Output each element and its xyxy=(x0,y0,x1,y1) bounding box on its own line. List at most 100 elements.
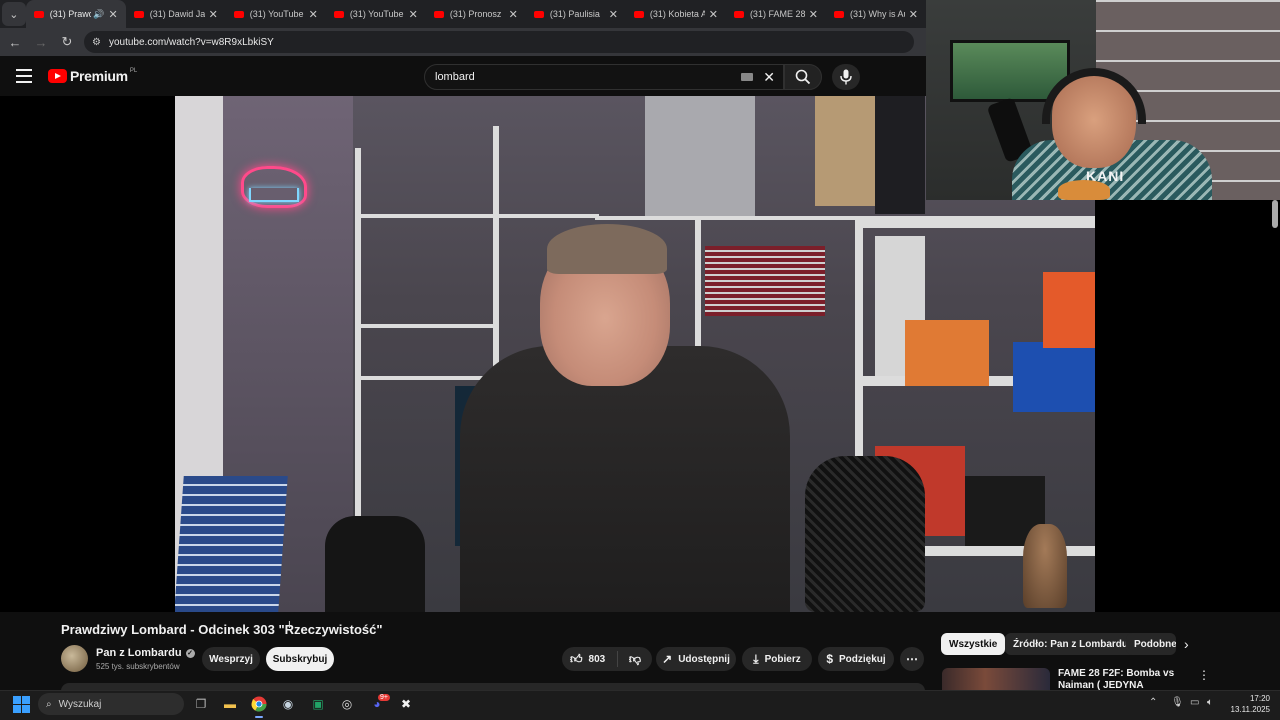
close-tab-icon[interactable]: ✕ xyxy=(609,8,618,21)
black-device-image xyxy=(325,516,425,612)
youtube-favicon-icon xyxy=(433,10,444,18)
speaker-icon[interactable]: 🔊 xyxy=(93,9,104,20)
task-view-icon[interactable]: ❐ xyxy=(192,696,210,712)
file-explorer-icon[interactable]: ▬ xyxy=(221,696,239,712)
pc-case-image xyxy=(875,96,925,214)
close-tab-icon[interactable]: ✕ xyxy=(209,8,218,21)
more-vert-icon[interactable]: ⋮ xyxy=(1198,668,1210,682)
close-tab-icon[interactable]: ✕ xyxy=(509,8,518,21)
obs-icon[interactable]: ◎ xyxy=(338,696,356,712)
tab-title: (31) Pronosz xyxy=(449,9,502,19)
close-tab-icon[interactable]: ✕ xyxy=(409,8,418,21)
download-label: Pobierz xyxy=(764,653,801,665)
cd-stack-image xyxy=(705,246,825,316)
search-button[interactable] xyxy=(784,64,822,90)
active-app-indicator xyxy=(255,716,263,718)
forward-arrow-icon[interactable]: → xyxy=(30,31,52,53)
thanks-label: Podziękuj xyxy=(839,653,886,665)
tab-title: (31) Prawdziwy Lombard xyxy=(49,9,92,19)
recommended-title[interactable]: FAME 28 F2F: Bomba vs Naiman ( JEDYNA PR… xyxy=(1058,668,1188,690)
back-arrow-icon[interactable]: ← xyxy=(4,31,26,53)
page-scrollbar[interactable] xyxy=(1272,200,1278,228)
tab-title: (31) YouTube xyxy=(249,9,304,19)
chip-all[interactable]: Wszystkie xyxy=(941,633,1006,655)
taskbar-search-input[interactable]: ⌕ Wyszukaj xyxy=(38,693,184,715)
shelf-board xyxy=(361,214,493,218)
browser-tab-strip: ⌄ (31) Prawdziwy Lombard 🔊 ✕ (31) Dawid … xyxy=(0,0,926,28)
shelf-board xyxy=(361,324,493,328)
cooler-box-image xyxy=(645,96,755,216)
browser-tab[interactable]: (31) Dawid Jasper ✕ xyxy=(126,0,226,28)
close-tab-icon[interactable]: ✕ xyxy=(109,8,118,21)
download-button[interactable]: ⤓ Pobierz xyxy=(742,647,812,671)
text-cursor-icon: I xyxy=(288,620,291,631)
recommended-thumbnail[interactable] xyxy=(942,668,1050,690)
chevron-right-icon[interactable]: › xyxy=(1184,636,1189,652)
channel-name[interactable]: Pan z Lombardu ✓ xyxy=(96,647,195,659)
share-button[interactable]: ↗ Udostępnij xyxy=(656,647,736,671)
browser-tab[interactable]: (31) YouTube ✕ xyxy=(226,0,326,28)
bust-figure-image xyxy=(1023,524,1067,608)
close-tab-icon[interactable]: ✕ xyxy=(909,8,918,21)
browser-tab[interactable]: (31) Kobieta Aut ✕ xyxy=(626,0,726,28)
youtube-favicon-icon xyxy=(533,10,544,18)
chip-source[interactable]: Źródło: Pan z Lombardu xyxy=(1005,633,1136,655)
capcut-icon[interactable]: ✖ xyxy=(397,696,415,712)
video-title: Prawdziwy Lombard - Odcinek 303 "Rzeczyw… xyxy=(61,622,383,637)
thanks-button[interactable]: $ Podziękuj xyxy=(818,647,894,671)
menu-icon[interactable] xyxy=(4,56,44,96)
youtube-favicon-icon xyxy=(833,10,844,18)
like-dislike-group: 👍︎ 803 👎︎ xyxy=(562,647,652,671)
voice-search-button[interactable] xyxy=(832,64,860,90)
chair-image xyxy=(805,456,925,612)
close-tab-icon[interactable]: ✕ xyxy=(709,8,718,21)
search-icon xyxy=(795,69,811,85)
reload-icon[interactable]: ↻ xyxy=(56,31,78,53)
clear-search-icon[interactable]: ✕ xyxy=(763,69,775,86)
dislike-button[interactable]: 👎︎ xyxy=(618,652,652,667)
shelf-board xyxy=(595,216,855,220)
taskbar-search-placeholder: Wyszukaj xyxy=(58,698,102,710)
search-input[interactable]: lombard ✕ xyxy=(424,64,784,90)
chrome-icon[interactable] xyxy=(250,696,268,712)
network-icon[interactable]: ▭ xyxy=(1190,697,1199,708)
close-tab-icon[interactable]: ✕ xyxy=(809,8,818,21)
browser-tab[interactable]: (31) Paulisia ✕ xyxy=(526,0,626,28)
browser-tab[interactable]: (31) FAME 28 F ✕ xyxy=(726,0,826,28)
chip-similar[interactable]: Podobne xyxy=(1126,633,1176,655)
tab-search-button[interactable]: ⌄ xyxy=(2,2,26,26)
steam-icon[interactable]: ◉ xyxy=(279,696,297,712)
verified-icon: ✓ xyxy=(185,648,195,658)
microphone-icon[interactable]: 🎙︎ xyxy=(1171,697,1184,708)
windows-start-icon[interactable] xyxy=(13,696,30,713)
thumbs-up-icon: 👍︎ xyxy=(570,651,583,666)
browser-tab[interactable]: (31) Pronosz ✕ xyxy=(426,0,526,28)
thumbs-down-icon: 👎︎ xyxy=(628,651,642,666)
channel-avatar[interactable] xyxy=(61,645,88,672)
country-code: PL xyxy=(129,68,138,74)
volume-icon[interactable]: 🔈︎ xyxy=(1207,697,1213,708)
site-info-icon[interactable]: ⚙ xyxy=(92,37,101,48)
browser-tab[interactable]: (31) YouTube ✕ xyxy=(326,0,426,28)
person-image xyxy=(460,346,790,612)
more-actions-icon[interactable]: ⋯ xyxy=(900,647,924,671)
youtube-premium-logo[interactable]: Premium PL xyxy=(48,68,137,84)
close-tab-icon[interactable]: ✕ xyxy=(309,8,318,21)
url-field[interactable]: ⚙ youtube.com/watch?v=w8R9xLbkiSY xyxy=(84,31,914,53)
like-button[interactable]: 👍︎ 803 xyxy=(562,651,618,667)
sony-box-image xyxy=(1043,272,1095,348)
tab-title: (31) YouTube xyxy=(349,9,404,19)
subscribe-button[interactable]: Subskrybuj xyxy=(266,647,334,671)
taskbar-clock[interactable]: 17:20 13.11.2025 xyxy=(1224,693,1270,715)
games-stack-image xyxy=(175,476,288,612)
clock-time: 17:20 xyxy=(1249,694,1270,703)
browser-tab[interactable]: (31) Prawdziwy Lombard 🔊 ✕ xyxy=(25,0,126,28)
browser-tab[interactable]: (31) Why is Au ✕ xyxy=(826,0,926,28)
like-count: 803 xyxy=(588,653,606,665)
shelf-post xyxy=(355,148,361,548)
chevron-up-icon[interactable]: ⌃ xyxy=(1149,697,1157,708)
keyboard-icon[interactable] xyxy=(741,73,753,81)
youtube-favicon-icon xyxy=(333,10,344,18)
support-button[interactable]: Wesprzyj xyxy=(202,647,260,671)
spreadsheet-icon[interactable]: ▣ xyxy=(309,696,327,712)
